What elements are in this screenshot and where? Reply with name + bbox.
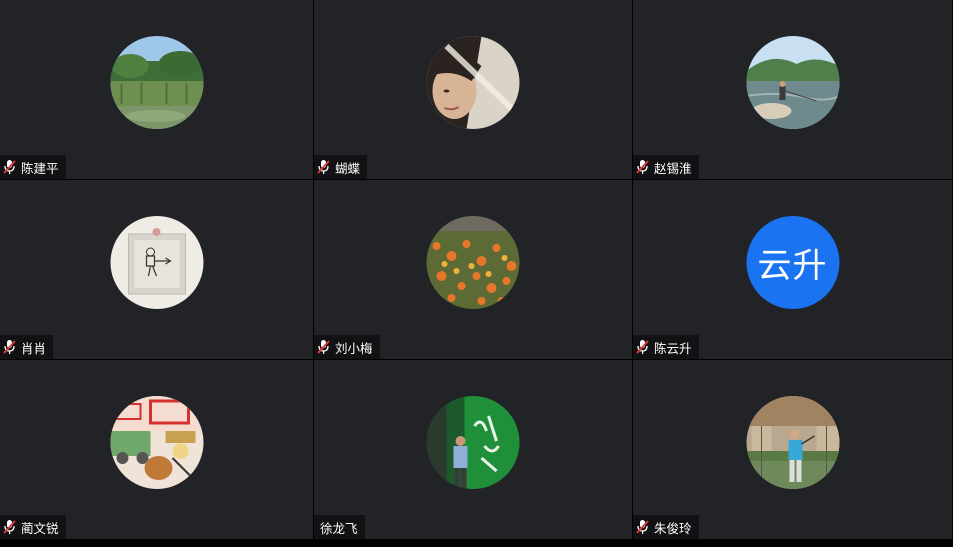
mic-muted-icon [3,339,17,355]
participant-avatar [110,396,203,489]
participant-name: 蝴蝶 [335,160,361,176]
participant-name: 朱俊玲 [654,520,692,536]
nameplate: 蔺文锐 [0,515,66,539]
mic-muted-icon [636,159,650,175]
participant-name: 陈云升 [654,340,692,356]
participant-tile[interactable]: 蔺文锐 [0,360,314,540]
participant-tile[interactable]: 刘小梅 [314,180,633,360]
participant-avatar [426,216,520,309]
bottom-edge [0,540,953,547]
mic-muted-icon [317,159,331,175]
nameplate: 赵锡淮 [633,155,699,179]
participant-avatar [426,36,520,129]
participant-avatar [746,396,839,489]
participant-avatar [110,36,203,129]
participant-tile[interactable]: 徐龙飞 [314,360,633,540]
mic-muted-icon [636,339,650,355]
participant-name: 肖肖 [21,340,47,356]
participant-name: 蔺文锐 [21,520,59,536]
nameplate: 陈云升 [633,335,699,359]
participant-name: 陈建平 [21,160,59,176]
participant-avatar [110,216,203,309]
participant-name: 徐龙飞 [320,520,358,536]
participant-tile[interactable]: 云升 陈云升 [633,180,953,360]
mic-muted-icon [3,519,17,535]
participant-name: 刘小梅 [335,340,373,356]
participant-tile[interactable]: 陈建平 [0,0,314,180]
nameplate: 朱俊玲 [633,515,699,539]
participant-name: 赵锡淮 [654,160,692,176]
video-grid: 陈建平 蝴蝶 赵锡淮 肖肖 刘小梅 云升 陈云升 蔺文锐 徐龙飞 朱俊玲 [0,0,953,540]
participant-tile[interactable]: 肖肖 [0,180,314,360]
mic-muted-icon [636,519,650,535]
text-avatar: 云升 [746,216,839,309]
nameplate: 陈建平 [0,155,66,179]
participant-avatar [746,36,839,129]
participant-tile[interactable]: 赵锡淮 [633,0,953,180]
nameplate: 刘小梅 [314,335,380,359]
mic-muted-icon [317,339,331,355]
participant-tile[interactable]: 蝴蝶 [314,0,633,180]
nameplate: 徐龙飞 [314,515,365,539]
nameplate: 肖肖 [0,335,54,359]
participant-tile[interactable]: 朱俊玲 [633,360,953,540]
participant-avatar [426,396,520,489]
mic-muted-icon [3,159,17,175]
nameplate: 蝴蝶 [314,155,368,179]
